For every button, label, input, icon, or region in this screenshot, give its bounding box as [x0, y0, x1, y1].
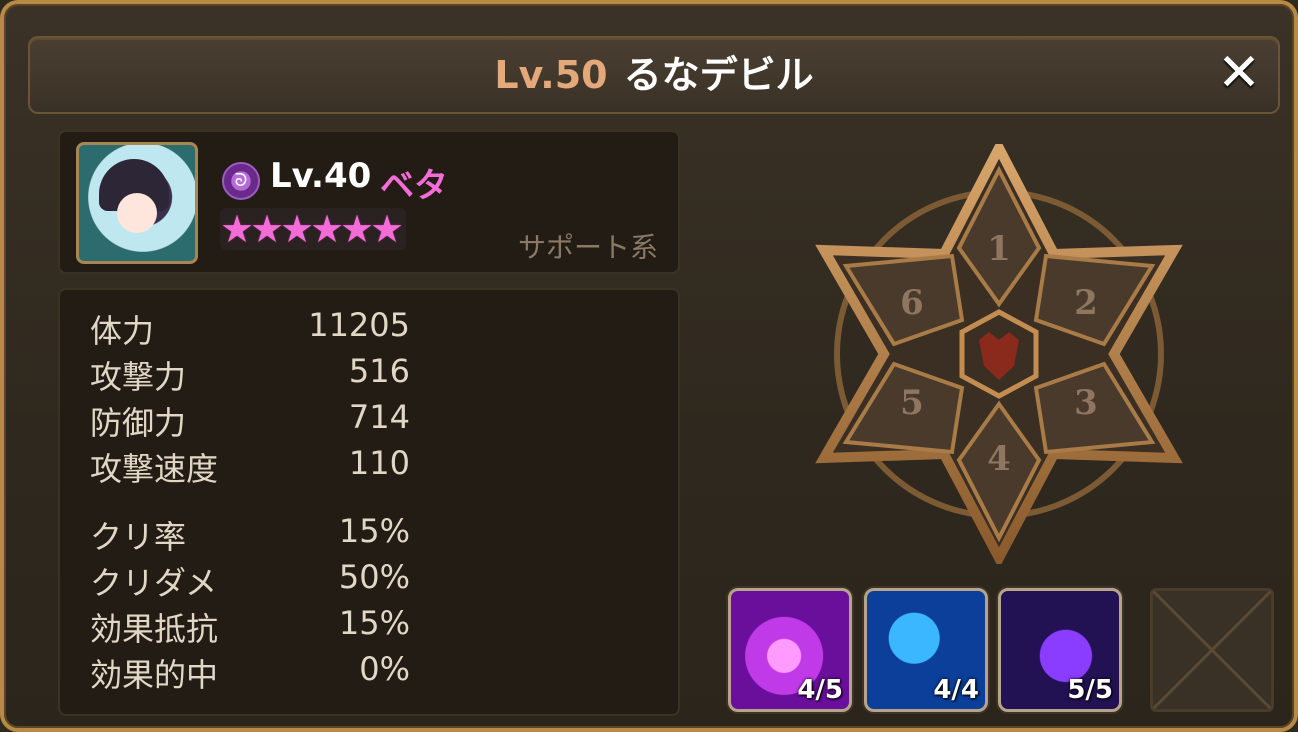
star-icon: ★ — [250, 207, 285, 251]
stat-row: 効果的中 0% — [90, 650, 410, 696]
stat-value: 516 — [348, 352, 410, 390]
monster-type: サポート系 — [517, 231, 658, 264]
close-icon[interactable]: ✕ — [1214, 47, 1264, 99]
skill-level: 4/4 — [933, 675, 979, 705]
skill-level: 4/5 — [797, 675, 843, 705]
skill-slot-3[interactable]: 5/5 — [998, 588, 1122, 712]
monster-card: ᘐ Lv.40 ベタ ★ ★ ★ ★ ★ ★ サポート系 — [58, 130, 680, 274]
stat-label: 防御力 — [90, 404, 187, 442]
stat-label: 攻撃速度 — [90, 450, 219, 488]
stat-value: 0% — [359, 650, 410, 688]
stats-panel: 体力 11205 攻撃力 516 防御力 714 攻撃速度 110 クリ率 15% クリダメ 50% 効… — [58, 288, 680, 716]
stat-label: クリ率 — [90, 518, 187, 556]
stat-value: 50% — [338, 558, 410, 596]
rune-star-graphic: 1 2 3 4 5 6 — [815, 137, 1183, 569]
skill-slot-2[interactable]: 4/4 — [864, 588, 988, 712]
dark-element-icon: ᘐ — [222, 162, 260, 200]
stat-label: 効果抵抗 — [90, 610, 219, 648]
title-name: るなデビル — [623, 53, 814, 97]
avatar-face — [117, 193, 157, 233]
stat-value: 15% — [338, 512, 410, 550]
monster-avatar[interactable] — [76, 142, 198, 264]
star-icon: ★ — [310, 207, 345, 251]
stat-label: 効果的中 — [90, 656, 219, 694]
star-icon: ★ — [340, 207, 375, 251]
stat-value: 11205 — [308, 306, 410, 344]
rune-slot-label: 1 — [987, 229, 1011, 269]
monster-level: Lv.40 — [270, 156, 372, 196]
stat-row: 防御力 714 — [90, 398, 410, 444]
empty-slot-icon — [1151, 589, 1273, 711]
empty-skill-slot — [1150, 588, 1274, 712]
stat-row: クリ率 15% — [90, 512, 410, 558]
stat-row: 体力 11205 — [90, 306, 410, 352]
rune-star: 1 2 3 4 5 6 — [814, 137, 1184, 569]
title-bar: Lv.50 るなデビル ✕ — [28, 36, 1280, 114]
rune-slot-label: 5 — [900, 383, 924, 423]
stat-value: 714 — [348, 398, 410, 436]
star-icon: ★ — [280, 207, 315, 251]
stat-value: 15% — [338, 604, 410, 642]
stat-row: クリダメ 50% — [90, 558, 410, 604]
stat-label: 攻撃力 — [90, 358, 187, 396]
stat-row: 効果抵抗 15% — [90, 604, 410, 650]
monster-name: ベタ — [380, 166, 448, 206]
stat-label: クリダメ — [90, 564, 218, 602]
rune-slot-label: 4 — [987, 439, 1011, 479]
rune-slot-label: 2 — [1074, 283, 1098, 323]
skill-level: 5/5 — [1067, 675, 1113, 705]
skill-slot-1[interactable]: 4/5 — [728, 588, 852, 712]
stat-row: 攻撃速度 110 — [90, 444, 410, 490]
stat-value: 110 — [348, 444, 410, 482]
rune-slot-label: 6 — [900, 283, 924, 323]
star-icon: ★ — [370, 207, 405, 251]
star-rating: ★ ★ ★ ★ ★ ★ — [220, 208, 406, 250]
star-icon: ★ — [220, 207, 255, 251]
monster-info-panel: Lv.50 るなデビル ✕ ᘐ Lv.40 ベタ ★ ★ ★ ★ ★ ★ サポート系 体力 1… — [0, 0, 1298, 732]
rune-slot-label: 3 — [1074, 383, 1098, 423]
title-level: Lv.50 — [494, 53, 608, 97]
stat-label: 体力 — [90, 312, 155, 350]
stat-row: 攻撃力 516 — [90, 352, 410, 398]
window-title: Lv.50 るなデビル — [30, 38, 1278, 112]
